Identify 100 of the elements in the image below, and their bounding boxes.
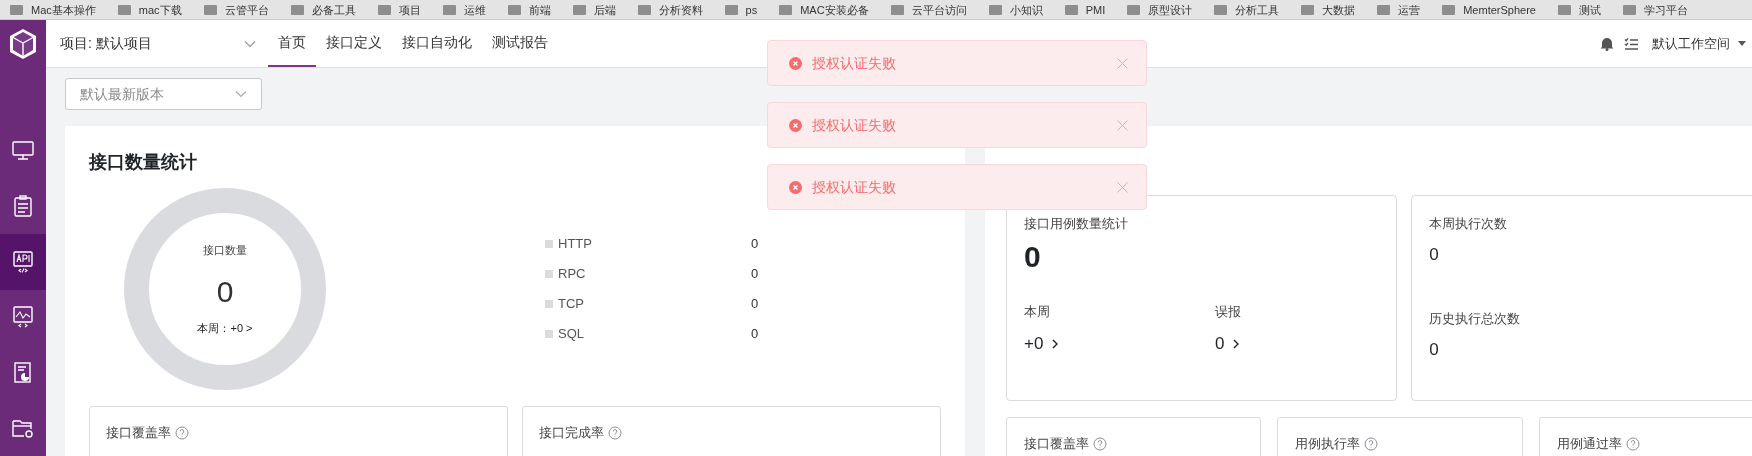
- folder-settings-icon: [11, 417, 35, 440]
- error-icon: [789, 56, 802, 70]
- legend-label: SQL: [558, 325, 585, 344]
- legend-value: 0: [751, 295, 759, 314]
- folder-icon: [1442, 4, 1456, 15]
- folder-icon: [117, 4, 131, 15]
- stat-value: 0: [1429, 243, 1440, 266]
- api-icon: [12, 250, 34, 273]
- rate-title: 接口覆盖率: [1024, 435, 1089, 453]
- bookmark[interactable]: 云平台访问: [890, 3, 967, 16]
- bookmark[interactable]: 学习平台: [1622, 3, 1688, 16]
- toast-message: 授权认证失败: [812, 53, 896, 73]
- error-icon: [789, 118, 802, 132]
- folder-icon: [890, 4, 904, 15]
- error-icon: [789, 180, 802, 194]
- bookmark[interactable]: PMI: [1064, 3, 1106, 16]
- legend-marker: [545, 330, 553, 338]
- folder-icon: [203, 4, 217, 15]
- chevron-down-icon: [235, 90, 247, 98]
- folder-icon: [1557, 4, 1571, 15]
- stat-value: 0: [1215, 333, 1225, 355]
- bookmark[interactable]: 后端: [572, 3, 616, 16]
- legend-value: 0: [751, 325, 759, 344]
- folder-icon: [290, 4, 304, 15]
- bookmark[interactable]: 原型设计: [1127, 3, 1193, 16]
- stat-label: 历史执行总次数: [1429, 310, 1522, 328]
- stats-title: 接口用例数量统计: [1024, 215, 1129, 233]
- folder-icon: [1622, 4, 1636, 15]
- bookmark[interactable]: MemterSphere: [1442, 3, 1536, 16]
- legend-value: 0: [751, 265, 759, 284]
- bookmark[interactable]: 云管平台: [203, 3, 269, 16]
- folder-icon: [572, 4, 586, 15]
- folder-icon: [377, 4, 391, 15]
- help-icon: [1364, 436, 1379, 451]
- legend-value: 0: [751, 235, 759, 254]
- bookmark[interactable]: ps: [724, 3, 758, 16]
- toast-message: 授权认证失败: [812, 177, 896, 197]
- bookmark[interactable]: 项目: [377, 3, 421, 16]
- help-icon: [1093, 436, 1107, 451]
- task-list-icon[interactable]: [1624, 36, 1638, 51]
- bookmark[interactable]: mac下载: [117, 3, 182, 16]
- help-icon: [607, 425, 622, 440]
- rate-title: 用例执行率: [1295, 435, 1361, 453]
- folder-icon: [1377, 4, 1391, 15]
- folder-icon: [1064, 4, 1078, 15]
- caret-down-icon: [1738, 41, 1746, 46]
- bookmark[interactable]: 运营: [1377, 3, 1421, 16]
- nav-tab[interactable]: 接口定义: [316, 20, 392, 67]
- version-select[interactable]: 默认最新版本: [65, 78, 262, 110]
- legend-label: RPC: [558, 265, 587, 284]
- clipboard-icon: [13, 195, 33, 218]
- donut-label: 接口数量: [203, 242, 247, 258]
- bookmark[interactable]: 前端: [507, 3, 551, 16]
- stat-value: +0: [1024, 333, 1044, 355]
- workspace-selector[interactable]: 默认工作空间: [1652, 33, 1746, 54]
- monitor-icon: [12, 140, 34, 161]
- folder-icon: [10, 4, 23, 15]
- bookmark[interactable]: 测试: [1557, 3, 1601, 16]
- nav-tab[interactable]: 接口自动化: [392, 20, 482, 67]
- sidebar-item[interactable]: [0, 234, 46, 290]
- rate-title: 接口完成率: [538, 424, 604, 442]
- legend-marker: [545, 270, 553, 278]
- bookmark[interactable]: MAC安装必备: [779, 3, 869, 16]
- legend-marker: [545, 240, 553, 248]
- bookmark[interactable]: 小知识: [988, 3, 1043, 16]
- toast-message: 授权认证失败: [812, 115, 896, 135]
- logo-icon: [8, 27, 38, 60]
- bell-icon[interactable]: [1600, 36, 1614, 51]
- legend-label: HTTP: [558, 235, 593, 254]
- rate-title: 用例通过率: [1557, 435, 1623, 453]
- bookmark[interactable]: 大数据: [1301, 3, 1356, 16]
- week-count-link[interactable]: 本周：+0 >: [197, 320, 253, 337]
- chevron-down-icon: [244, 39, 256, 48]
- stat-label: 本周执行次数: [1429, 215, 1509, 233]
- bookmark[interactable]: 分析工具: [1214, 3, 1280, 16]
- stat-label: 本周: [1024, 302, 1051, 321]
- folder-icon: [1301, 4, 1315, 15]
- folder-icon: [507, 4, 521, 15]
- report-icon: [13, 361, 33, 384]
- chevron-right-icon[interactable]: [1051, 337, 1060, 350]
- bookmark[interactable]: 分析资料: [637, 3, 703, 16]
- chevron-right-icon[interactable]: [1232, 337, 1241, 350]
- rate-title: 接口覆盖率: [106, 424, 171, 442]
- chart-icon: [12, 306, 34, 329]
- folder-icon: [637, 4, 651, 15]
- bookmark[interactable]: 运维: [442, 3, 486, 16]
- help-icon: [175, 425, 189, 440]
- folder-icon: [1214, 4, 1228, 15]
- project-selector[interactable]: 项目: 默认项目: [60, 33, 256, 54]
- folder-icon: [442, 4, 456, 15]
- bookmark[interactable]: Mac基本操作: [10, 3, 96, 16]
- bookmark[interactable]: 必备工具: [290, 3, 356, 16]
- nav-tab[interactable]: 测试报告: [482, 20, 558, 67]
- donut-value: 0: [216, 274, 234, 310]
- help-icon: [1626, 436, 1641, 451]
- nav-tab[interactable]: 首页: [268, 20, 316, 67]
- folder-icon: [988, 4, 1002, 15]
- stats-value: 0: [1024, 238, 1042, 275]
- stat-label: 误报: [1215, 302, 1241, 321]
- card-title: 接口数量统计: [89, 151, 198, 174]
